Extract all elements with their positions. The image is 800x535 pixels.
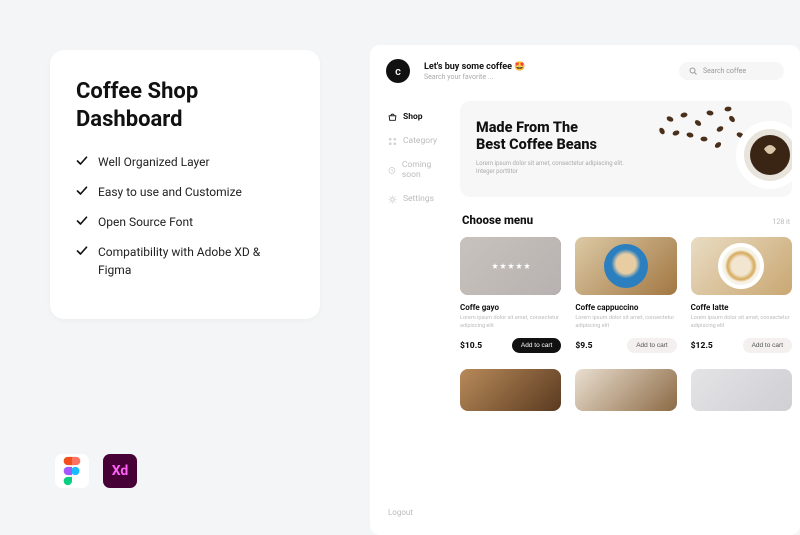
search-icon [689, 67, 697, 75]
promo-card: Coffee Shop Dashboard Well Organized Lay… [50, 50, 320, 319]
product-price: $9.5 [575, 341, 592, 351]
hero-title-l2: Best Coffee Beans [476, 136, 597, 153]
product-name: Coffe cappuccino [575, 303, 676, 312]
menu-header: Choose menu 128 it [462, 213, 790, 227]
product-footer: $10.5 Add to cart [460, 338, 561, 353]
product-image [460, 237, 561, 295]
product-card[interactable]: Coffe gayo Lorem ipsum dolor sit amet, c… [460, 237, 561, 353]
product-name: Coffe latte [691, 303, 792, 312]
promo-feature-item: Easy to use and Customize [76, 183, 294, 201]
promo-title-line1: Coffee Shop [76, 79, 198, 104]
menu-count: 128 it [772, 218, 790, 226]
sidebar-item-label: Coming soon [402, 160, 446, 180]
product-card[interactable]: Coffe cappuccino Lorem ipsum dolor sit a… [575, 237, 676, 353]
sidebar-item-coming-soon[interactable]: Coming soon [384, 153, 450, 187]
sidebar-item-label: Shop [403, 112, 423, 122]
adobe-xd-logo-icon: Xd [103, 454, 137, 488]
add-to-cart-button[interactable]: Add to cart [743, 338, 792, 353]
product-card[interactable]: Coffe latte Lorem ipsum dolor sit amet, … [691, 237, 792, 353]
rating-stars [492, 263, 530, 269]
xd-logo-text: Xd [112, 463, 129, 479]
hero-title: Made From The Best Coffee Beans [476, 119, 636, 154]
header-tagline: Let's buy some coffee 🤩 [424, 62, 665, 72]
check-icon [76, 185, 88, 197]
sidebar-item-category[interactable]: Category [384, 129, 450, 153]
tool-logos: Xd [55, 454, 137, 488]
hero-banner: Made From The Best Coffee Beans Lorem ip… [460, 101, 792, 197]
star-icon [500, 263, 506, 269]
star-icon [524, 263, 530, 269]
app-logo-icon[interactable]: c [386, 59, 410, 83]
logout-label: Logout [388, 508, 413, 517]
product-footer: $9.5 Add to cart [575, 338, 676, 353]
logout-link[interactable]: Logout [384, 502, 450, 523]
product-image [575, 237, 676, 295]
coffee-beans-cup-illustration [640, 101, 792, 197]
promo-feature-label: Open Source Font [98, 213, 193, 231]
product-footer: $12.5 Add to cart [691, 338, 792, 353]
promo-feature-item: Open Source Font [76, 213, 294, 231]
header-subline: Search your favorite ... [424, 73, 665, 81]
hero-title-l1: Made From The [476, 119, 578, 136]
shop-icon [388, 113, 397, 122]
promo-feature-item: Well Organized Layer [76, 153, 294, 171]
category-icon [388, 137, 397, 146]
product-grid: Coffe gayo Lorem ipsum dolor sit amet, c… [460, 237, 800, 353]
search-placeholder-text: Search coffee [703, 67, 746, 75]
search-input[interactable]: Search coffee [679, 62, 784, 80]
star-icon [492, 263, 498, 269]
figma-logo-icon [55, 454, 89, 488]
product-desc: Lorem ipsum dolor sit amet, consectetur … [460, 315, 561, 330]
header-text-group: Let's buy some coffee 🤩 Search your favo… [424, 62, 665, 81]
gear-icon [388, 195, 397, 204]
product-desc: Lorem ipsum dolor sit amet, consectetur … [575, 315, 676, 330]
promo-feature-label: Easy to use and Customize [98, 183, 242, 201]
product-price: $10.5 [460, 341, 482, 351]
add-to-cart-button[interactable]: Add to cart [627, 338, 676, 353]
sidebar-item-label: Settings [403, 194, 434, 204]
clock-icon [388, 166, 396, 175]
product-image[interactable] [691, 369, 792, 411]
app-header: c Let's buy some coffee 🤩 Search your fa… [370, 45, 800, 91]
promo-title-line2: Dashboard [76, 107, 183, 132]
product-price: $12.5 [691, 341, 713, 351]
promo-feature-label: Compatibility with Adobe XD & Figma [98, 243, 294, 279]
app-window: c Let's buy some coffee 🤩 Search your fa… [370, 45, 800, 535]
sidebar-item-label: Category [403, 136, 437, 146]
sidebar-item-settings[interactable]: Settings [384, 187, 450, 211]
check-icon [76, 215, 88, 227]
promo-feature-label: Well Organized Layer [98, 153, 210, 171]
sidebar-item-shop[interactable]: Shop [384, 105, 450, 129]
add-to-cart-button[interactable]: Add to cart [512, 338, 561, 353]
main-content: Made From The Best Coffee Beans Lorem ip… [460, 91, 800, 535]
product-desc: Lorem ipsum dolor sit amet, consectetur … [691, 315, 792, 330]
check-icon [76, 245, 88, 257]
product-image[interactable] [575, 369, 676, 411]
promo-title: Coffee Shop Dashboard [76, 78, 294, 133]
menu-heading: Choose menu [462, 213, 533, 227]
app-logo-letter: c [395, 65, 401, 78]
product-name: Coffe gayo [460, 303, 561, 312]
star-icon [508, 263, 514, 269]
product-image[interactable] [460, 369, 561, 411]
sidebar: Shop Category Coming soon Settings Logou… [370, 91, 460, 535]
product-image [691, 237, 792, 295]
promo-feature-list: Well Organized Layer Easy to use and Cus… [76, 153, 294, 279]
hero-subtitle: Lorem ipsum dolor sit amet, consectetur … [476, 160, 626, 177]
star-icon [516, 263, 522, 269]
promo-feature-item: Compatibility with Adobe XD & Figma [76, 243, 294, 279]
check-icon [76, 155, 88, 167]
product-grid-row2 [460, 369, 800, 411]
